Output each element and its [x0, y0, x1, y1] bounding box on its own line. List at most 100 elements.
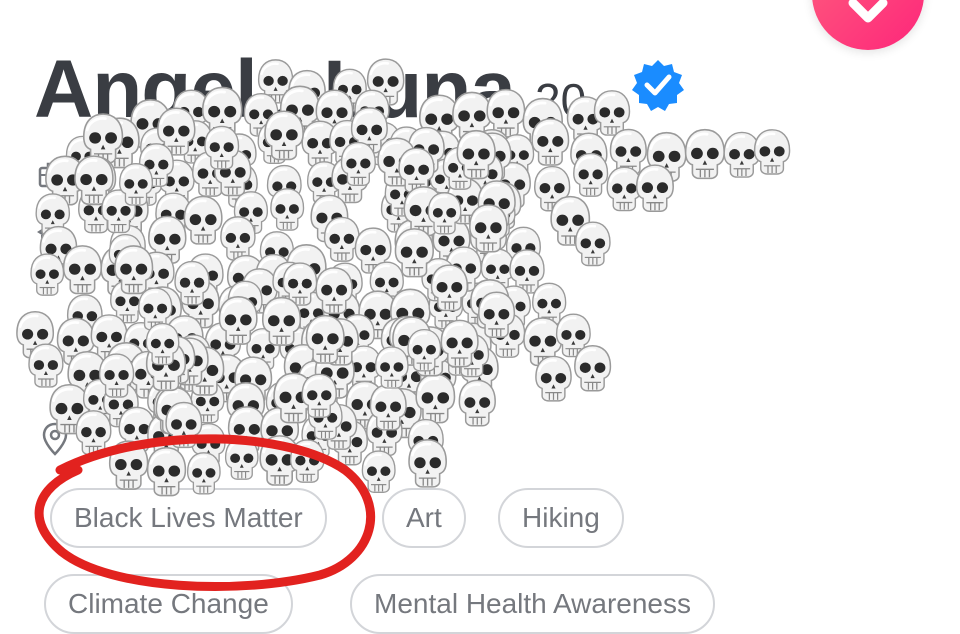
- skull-emoji: [460, 345, 499, 395]
- skull-emoji: [407, 328, 442, 372]
- skull-emoji: [227, 406, 266, 454]
- skull-emoji: [345, 345, 382, 391]
- skull-emoji: [478, 291, 516, 338]
- skull-emoji: [90, 314, 128, 361]
- skull-emoji: [489, 312, 526, 358]
- passion-chip-black-lives-matter[interactable]: Black Lives Matter: [50, 488, 327, 548]
- skull-emoji: [62, 245, 103, 295]
- skull-emoji: [369, 384, 407, 431]
- skull-emoji: [380, 317, 419, 365]
- skull-emoji: [453, 322, 492, 371]
- skull-emoji: [753, 129, 791, 175]
- passion-chip-hiking[interactable]: Hiking: [498, 488, 624, 548]
- skull-emoji: [444, 248, 479, 291]
- skull-emoji: [574, 344, 612, 392]
- skull-emoji: [374, 346, 409, 389]
- skull-emoji: [635, 164, 674, 213]
- skull-emoji: [340, 314, 375, 358]
- skull-emoji: [408, 439, 447, 488]
- skull-emoji: [227, 280, 263, 325]
- skull-emoji: [533, 165, 571, 212]
- skull-emoji: [103, 382, 139, 428]
- skull-emoji: [260, 406, 300, 456]
- skull-emoji: [550, 195, 591, 246]
- skull-emoji: [381, 387, 422, 439]
- skull-emoji: [65, 135, 100, 178]
- skull-emoji: [480, 248, 515, 291]
- skull-emoji: [282, 262, 318, 306]
- skull-emoji: [377, 137, 417, 187]
- passion-chip-climate-change[interactable]: Climate Change: [44, 574, 293, 634]
- skull-emoji: [470, 279, 510, 329]
- skull-emoji: [467, 152, 504, 198]
- skull-emoji: [369, 261, 404, 305]
- skull-emoji: [300, 318, 342, 370]
- passion-chip-art[interactable]: Art: [382, 488, 466, 548]
- skull-emoji: [283, 343, 323, 393]
- skull-emoji: [166, 345, 204, 392]
- skull-emoji: [259, 435, 300, 486]
- skull-emoji: [456, 129, 496, 180]
- skull-emoji: [380, 188, 417, 233]
- skull-emoji: [155, 192, 192, 239]
- skull-emoji: [472, 132, 512, 182]
- like-button[interactable]: [812, 0, 924, 50]
- skull-emoji: [403, 186, 444, 237]
- skull-emoji: [184, 346, 225, 396]
- skull-emoji: [174, 260, 210, 306]
- skull-emoji: [273, 372, 314, 424]
- skull-emoji: [723, 131, 761, 178]
- skull-emoji: [218, 296, 258, 345]
- passion-chip-mental-health-awareness[interactable]: Mental Health Awareness: [350, 574, 715, 634]
- skull-emoji: [454, 333, 490, 378]
- skull-emoji: [147, 380, 183, 425]
- skull-emoji: [327, 262, 363, 307]
- skull-emoji: [430, 264, 469, 312]
- skull-emoji: [442, 146, 478, 190]
- skull-emoji: [446, 177, 484, 225]
- skull-emoji: [428, 285, 464, 330]
- skull-emoji: [265, 381, 302, 426]
- skull-emoji: [123, 322, 159, 366]
- skull-emoji: [523, 317, 563, 367]
- skull-emoji: [301, 415, 336, 458]
- skull-emoji: [145, 340, 187, 392]
- skull-emoji: [221, 133, 257, 178]
- skull-emoji: [477, 180, 516, 229]
- skull-emoji: [310, 194, 349, 243]
- skull-emoji: [469, 215, 507, 263]
- profile-age: 20: [535, 74, 587, 126]
- skull-emoji: [432, 217, 471, 266]
- skull-emoji: [241, 268, 278, 314]
- skull-emoji: [421, 258, 456, 302]
- skull-emoji: [187, 253, 224, 299]
- skull-emoji: [394, 228, 434, 278]
- skull-emoji: [413, 190, 453, 239]
- skull-emoji: [220, 216, 256, 261]
- skull-emoji: [100, 245, 141, 297]
- skull-emoji: [191, 423, 226, 467]
- skull-emoji: [555, 313, 591, 358]
- skull-emoji: [127, 162, 163, 206]
- skull-emoji: [246, 328, 280, 371]
- skull-emoji: [361, 450, 396, 493]
- skull-emoji: [82, 378, 118, 422]
- skull-emoji: [570, 132, 608, 180]
- skull-emoji: [222, 162, 258, 208]
- skull-emoji: [388, 315, 426, 361]
- skull-emoji: [409, 326, 450, 377]
- briefcase-icon: [38, 162, 68, 188]
- skull-emoji: [340, 141, 376, 187]
- skull-emoji: [483, 181, 522, 230]
- skull-emoji: [109, 224, 146, 271]
- skull-emoji: [427, 192, 462, 235]
- skull-emoji: [16, 310, 55, 359]
- skull-emoji: [465, 150, 504, 198]
- skull-emoji: [575, 221, 611, 267]
- skull-emoji: [345, 380, 385, 430]
- skull-emoji: [30, 253, 65, 296]
- skull-emoji: [78, 188, 115, 234]
- skull-emoji: [148, 215, 187, 264]
- skull-emoji: [270, 188, 305, 231]
- skull-emoji: [101, 189, 137, 234]
